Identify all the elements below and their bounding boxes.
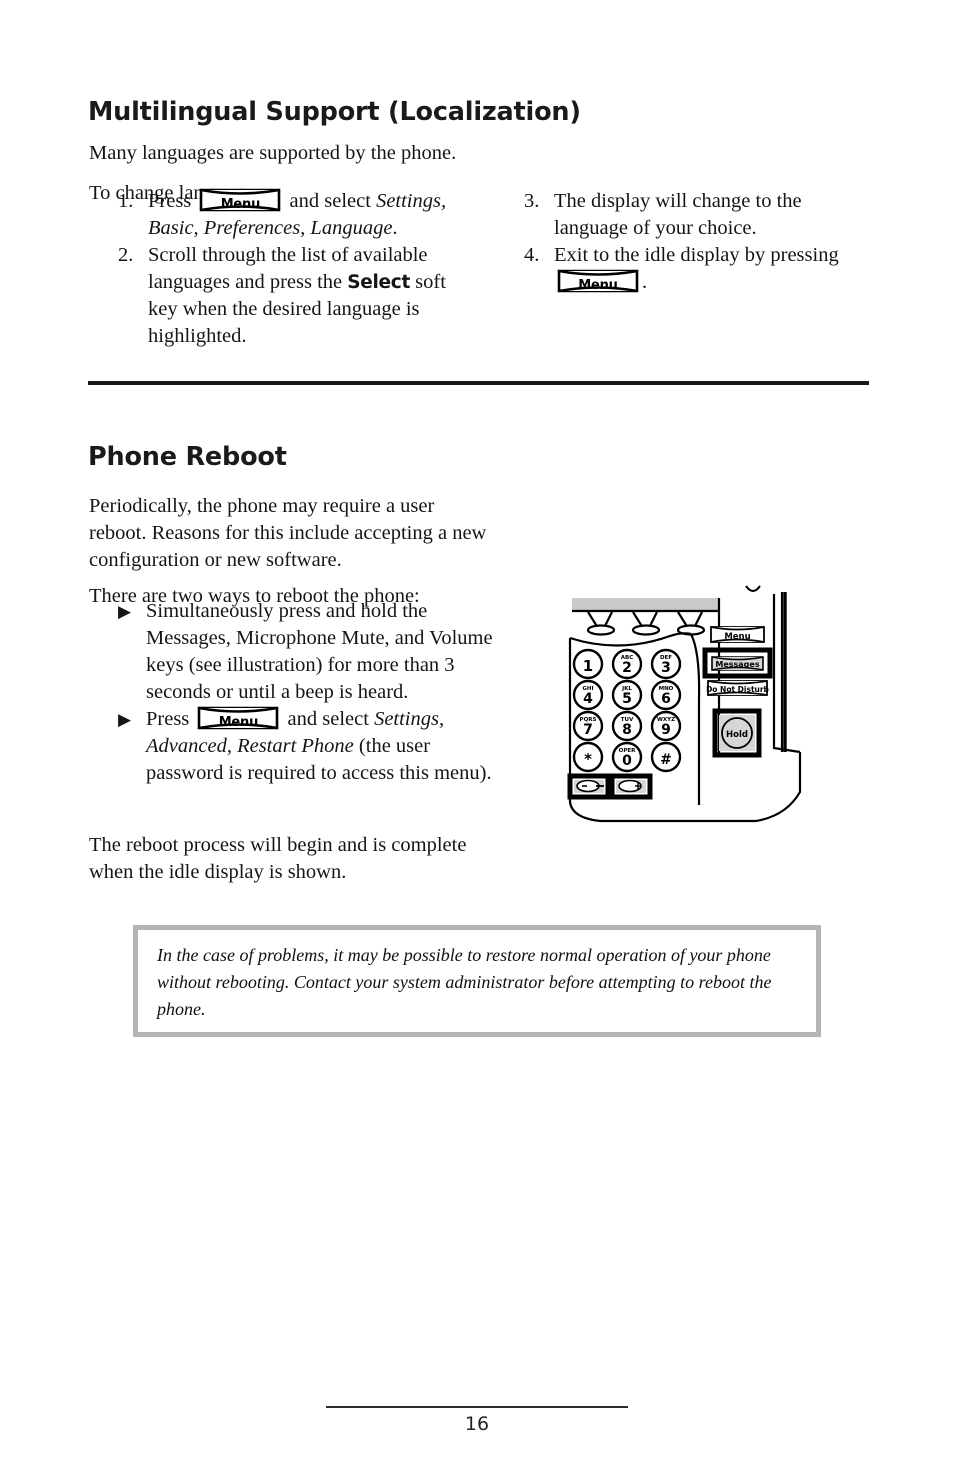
step1-pre-text: Press xyxy=(148,190,197,212)
menu-softkey-button[interactable]: Menu xyxy=(196,706,280,730)
svg-text:9: 9 xyxy=(661,722,671,738)
triangle-bullet-icon: ▶ xyxy=(118,710,132,729)
svg-text:2: 2 xyxy=(622,660,632,676)
paragraph-many-languages: Many languages are supported by the phon… xyxy=(89,141,457,164)
list-item: 4. Exit to the idle display by pressing … xyxy=(524,242,874,296)
list-item: ▶ Simultaneously press and hold the Mess… xyxy=(118,598,508,706)
list-item: ▶ Press Menu and select Settings, Advanc… xyxy=(118,706,508,787)
list-item: 3. The display will change to the langua… xyxy=(524,188,874,242)
triangle-bullet-icon: ▶ xyxy=(118,602,132,621)
step1-post-text: and select xyxy=(284,190,377,212)
note-text: In the case of problems, it may be possi… xyxy=(157,945,772,1019)
menu-softkey-label: Menu xyxy=(218,715,259,730)
svg-text:1: 1 xyxy=(583,657,593,675)
heading-multilingual-support: Multilingual Support (Localization) xyxy=(88,97,581,128)
page-number: 16 xyxy=(464,1413,490,1435)
svg-text:8: 8 xyxy=(622,722,632,738)
reboot-methods-list: ▶ Simultaneously press and hold the Mess… xyxy=(118,598,508,787)
svg-text:4: 4 xyxy=(583,691,593,707)
list-marker: 2. xyxy=(118,244,134,266)
list-marker: 3. xyxy=(524,190,540,212)
menu-softkey-button[interactable]: Menu xyxy=(198,188,282,212)
document-page: Multilingual Support (Localization) Many… xyxy=(0,0,954,1475)
note-callout-box: In the case of problems, it may be possi… xyxy=(133,925,821,1037)
svg-text:5: 5 xyxy=(622,691,632,707)
bullet2-post-text: and select xyxy=(282,708,375,730)
svg-text:Do Not Disturb: Do Not Disturb xyxy=(706,685,769,694)
list-item-text: Press Menu and select Settings, Basic, P… xyxy=(148,188,478,242)
step1-tail: . xyxy=(392,217,398,239)
list-item-text: The display will change to the language … xyxy=(554,190,802,239)
svg-text:3: 3 xyxy=(661,660,671,676)
svg-text:Messages: Messages xyxy=(715,660,759,669)
svg-text:Hold: Hold xyxy=(726,730,748,740)
list-item: 2. Scroll through the list of available … xyxy=(118,242,478,350)
list-item-text: Simultaneously press and hold the Messag… xyxy=(146,600,493,703)
heading-phone-reboot: Phone Reboot xyxy=(88,442,287,473)
menu-softkey-label: Menu xyxy=(578,278,618,293)
list-item-text: Exit to the idle display by pressing Men… xyxy=(554,242,874,296)
menu-softkey-button[interactable]: Menu xyxy=(556,269,640,293)
list-item-text: Press Menu and select Settings, Advanced… xyxy=(146,706,508,787)
select-softkey-label: Select xyxy=(347,272,411,293)
section-divider xyxy=(88,381,869,385)
svg-text:Menu: Menu xyxy=(724,632,750,642)
list-item: 1. Press Menu and select Settings, Basic… xyxy=(118,188,478,242)
menu-softkey-label: Menu xyxy=(220,197,261,212)
svg-text:#: # xyxy=(660,752,672,768)
list-marker: 4. xyxy=(524,244,540,266)
svg-text:*: * xyxy=(584,750,592,768)
list-marker: 1. xyxy=(118,190,134,212)
steps-list-left: 1. Press Menu and select Settings, Basic… xyxy=(118,188,478,350)
footer-rule xyxy=(326,1406,628,1408)
steps-list-right: 3. The display will change to the langua… xyxy=(524,188,874,296)
paragraph-periodically: Periodically, the phone may require a us… xyxy=(89,494,487,571)
svg-text:7: 7 xyxy=(583,722,593,738)
bullet2-pre-text: Press xyxy=(146,708,195,730)
svg-text:6: 6 xyxy=(661,691,671,707)
svg-text:0: 0 xyxy=(622,753,632,769)
phone-keypad-illustration: 1 ABC 2 DEF 3 GHI 4 JKL 5 MNO 6 PQRS 7 T… xyxy=(560,580,835,830)
list-item-text: Scroll through the list of available lan… xyxy=(148,242,478,350)
paragraph-reboot-process: The reboot process will begin and is com… xyxy=(89,833,467,883)
step4-pre-text: Exit to the idle display by pressing xyxy=(554,244,839,266)
step4-post-text: . xyxy=(642,271,648,293)
